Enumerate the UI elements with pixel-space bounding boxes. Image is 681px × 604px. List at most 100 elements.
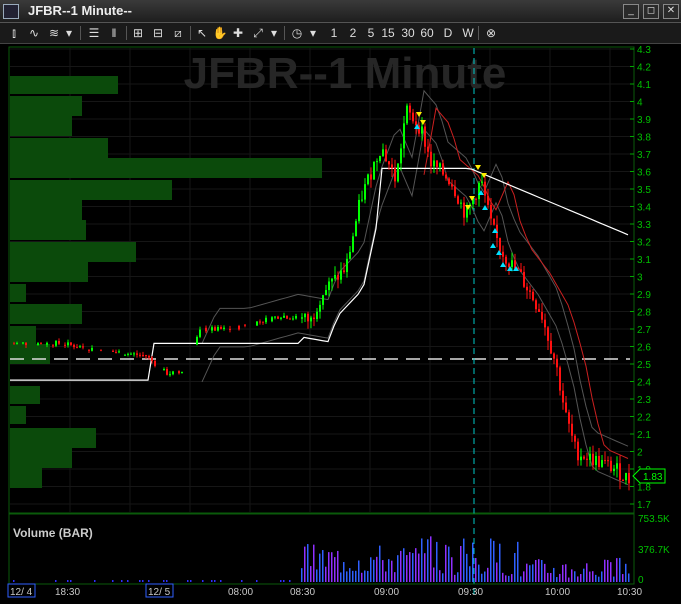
volume-bar [589, 571, 591, 582]
candle-body [181, 371, 183, 374]
candle-body [331, 278, 333, 282]
horizontal-lines-icon[interactable]: ☰ [86, 25, 102, 41]
time-label: 08:00 [228, 587, 253, 598]
candle-body [271, 317, 273, 322]
vertical-lines-icon[interactable]: ‖ [106, 25, 122, 41]
candle-body [526, 286, 528, 291]
candle-body [349, 251, 351, 259]
cursor-icon[interactable]: ↖ [194, 25, 210, 41]
interval-button-60[interactable]: 60 [419, 25, 435, 41]
chevron-down-icon[interactable]: ▾ [63, 25, 75, 41]
candle-body [520, 269, 522, 272]
chevron-down-icon[interactable]: ▾ [268, 25, 280, 41]
close-button[interactable]: ✕ [663, 4, 679, 19]
crosshair-icon[interactable]: ✚ [230, 25, 246, 41]
volume-bar [121, 580, 123, 582]
volume-bar [355, 570, 357, 582]
candle-body [100, 349, 102, 351]
candle-body [616, 463, 618, 469]
time-label: 12/ 4 [10, 587, 33, 598]
volume-bar [241, 580, 243, 582]
volume-bar [316, 569, 318, 582]
volume-bar [529, 565, 531, 582]
volume-bar [400, 550, 402, 582]
candle-body [448, 178, 450, 185]
candle-body [406, 105, 408, 124]
price-label: 2.9 [637, 290, 651, 301]
candle-body [541, 312, 543, 320]
candle-body [619, 463, 621, 481]
candle-body [274, 316, 276, 318]
volume-bar [622, 574, 624, 582]
volume-bar [418, 553, 420, 582]
volume-bar [586, 563, 588, 582]
toolbar-separator [478, 26, 479, 40]
candle-body [571, 423, 573, 436]
interval-button-1[interactable]: 1 [326, 25, 342, 41]
time-label: 10:00 [545, 587, 570, 598]
candle-body [463, 202, 465, 218]
interval-button-2[interactable]: 2 [345, 25, 361, 41]
profile-bar [10, 96, 82, 116]
zoom-box-icon[interactable]: ⧄ [170, 25, 186, 41]
cancel-icon[interactable]: ⊗ [483, 25, 499, 41]
volume-pane [8, 513, 635, 585]
interval-button-15[interactable]: 15 [380, 25, 396, 41]
volume-bar [454, 574, 456, 582]
trendline-icon[interactable]: ⤢ [250, 25, 266, 41]
split-icon[interactable]: ⊟ [150, 25, 166, 41]
volume-bar [340, 572, 342, 582]
candle-body [493, 218, 495, 225]
sell-signal-icon [416, 112, 422, 117]
volume-bar [592, 571, 594, 582]
candle-body [58, 341, 60, 344]
minimize-button[interactable]: _ [623, 4, 639, 19]
restore-button[interactable]: ◻ [643, 4, 659, 19]
volume-bar [535, 560, 537, 582]
candle-body [244, 324, 246, 326]
price-label: 3.1 [637, 255, 651, 266]
interval-button-d[interactable]: D [440, 25, 456, 41]
candle-body [325, 290, 327, 296]
price-label: 3.3 [637, 220, 651, 231]
candle-body [367, 174, 369, 185]
candle-body [502, 251, 504, 257]
candle-body [229, 328, 231, 331]
volume-bar [304, 546, 306, 582]
clock-icon[interactable]: ◷ [289, 25, 305, 41]
candle-body [166, 368, 168, 375]
candle-body [67, 342, 69, 346]
price-label: 3.9 [637, 115, 651, 126]
chevron-down-icon[interactable]: ▾ [307, 25, 319, 41]
volume-bar [214, 580, 216, 582]
hand-icon[interactable]: ✋ [212, 25, 228, 41]
candle-body [340, 270, 342, 280]
time-label: 08:30 [290, 587, 315, 598]
candle-body [577, 441, 579, 461]
candle-body [22, 342, 24, 344]
toolbar-separator [126, 26, 127, 40]
candle-body [379, 155, 381, 162]
price-chart[interactable]: JFBR--1 Minute 4.3 4.2 4.1 4 3.9 3.8 3.7 3.6 3.5… [0, 44, 681, 604]
candle-body [523, 271, 525, 287]
indicator-icon[interactable]: ∿ [26, 25, 42, 41]
candle-body [73, 344, 75, 348]
last-price-tag: 1.83 [632, 468, 666, 484]
volume-bar [550, 572, 552, 582]
volume-bar [496, 562, 498, 582]
compare-icon[interactable]: ≋ [46, 25, 62, 41]
grid-icon[interactable]: ⊞ [130, 25, 146, 41]
volume-bars [13, 536, 630, 582]
candle-body [223, 327, 225, 330]
candle-body [16, 342, 18, 344]
volume-bar [142, 580, 144, 582]
volume-bar [163, 580, 165, 582]
profile-bar [10, 344, 50, 364]
bar-style-icon[interactable]: ⫾ [6, 25, 22, 41]
candle-body [451, 184, 453, 187]
interval-button-w[interactable]: W [460, 25, 476, 41]
interval-button-30[interactable]: 30 [400, 25, 416, 41]
volume-bar [394, 572, 396, 582]
interval-button-5[interactable]: 5 [363, 25, 379, 41]
candle-body [553, 353, 555, 359]
